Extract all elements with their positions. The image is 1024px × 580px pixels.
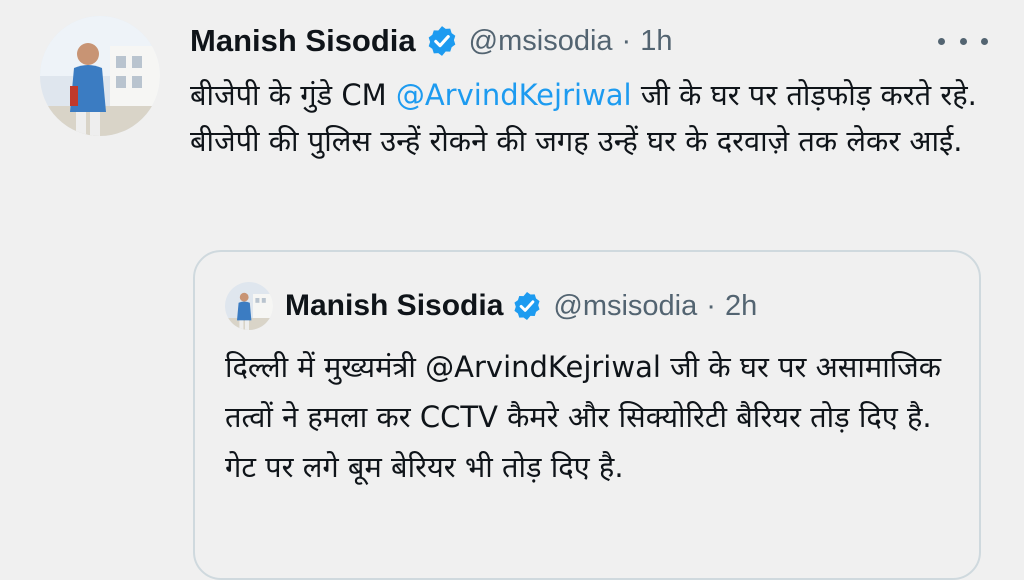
quoted-tweet-card[interactable]: Manish Sisodia @msisodia · 2h दिल्ली में…: [193, 250, 981, 580]
quoted-author-name: Manish Sisodia: [285, 289, 504, 322]
separator-dot: ·: [621, 24, 632, 57]
tweet-text-part1: बीजेपी के गुंडे CM: [190, 78, 396, 112]
more-options-icon[interactable]: [938, 26, 988, 56]
quoted-tweet-timestamp: 2h: [724, 289, 758, 322]
author-avatar[interactable]: [40, 16, 160, 136]
quoted-author-handle: @msisodia: [553, 289, 698, 322]
tweet-text: बीजेपी के गुंडे CM @ArvindKejriwal जी के…: [190, 72, 990, 164]
tweet[interactable]: Manish Sisodia @msisodia · 1h बीजेपी के …: [0, 0, 1024, 580]
quoted-tweet-header: Manish Sisodia @msisodia · 2h: [285, 282, 757, 330]
author-name[interactable]: Manish Sisodia: [190, 23, 416, 59]
tweet-timestamp[interactable]: 1h: [640, 25, 672, 58]
separator-dot: ·: [706, 289, 716, 322]
verified-badge-icon: [511, 290, 543, 322]
verified-badge-icon: [425, 24, 459, 58]
quoted-author-avatar: [225, 282, 273, 330]
mention-link[interactable]: @ArvindKejriwal: [396, 78, 632, 112]
author-handle[interactable]: @msisodia: [469, 25, 613, 58]
tweet-header: Manish Sisodia @msisodia · 1h: [190, 18, 672, 64]
quoted-tweet-text: दिल्ली में मुख्यमंत्री @ArvindKejriwal ज…: [225, 350, 942, 484]
